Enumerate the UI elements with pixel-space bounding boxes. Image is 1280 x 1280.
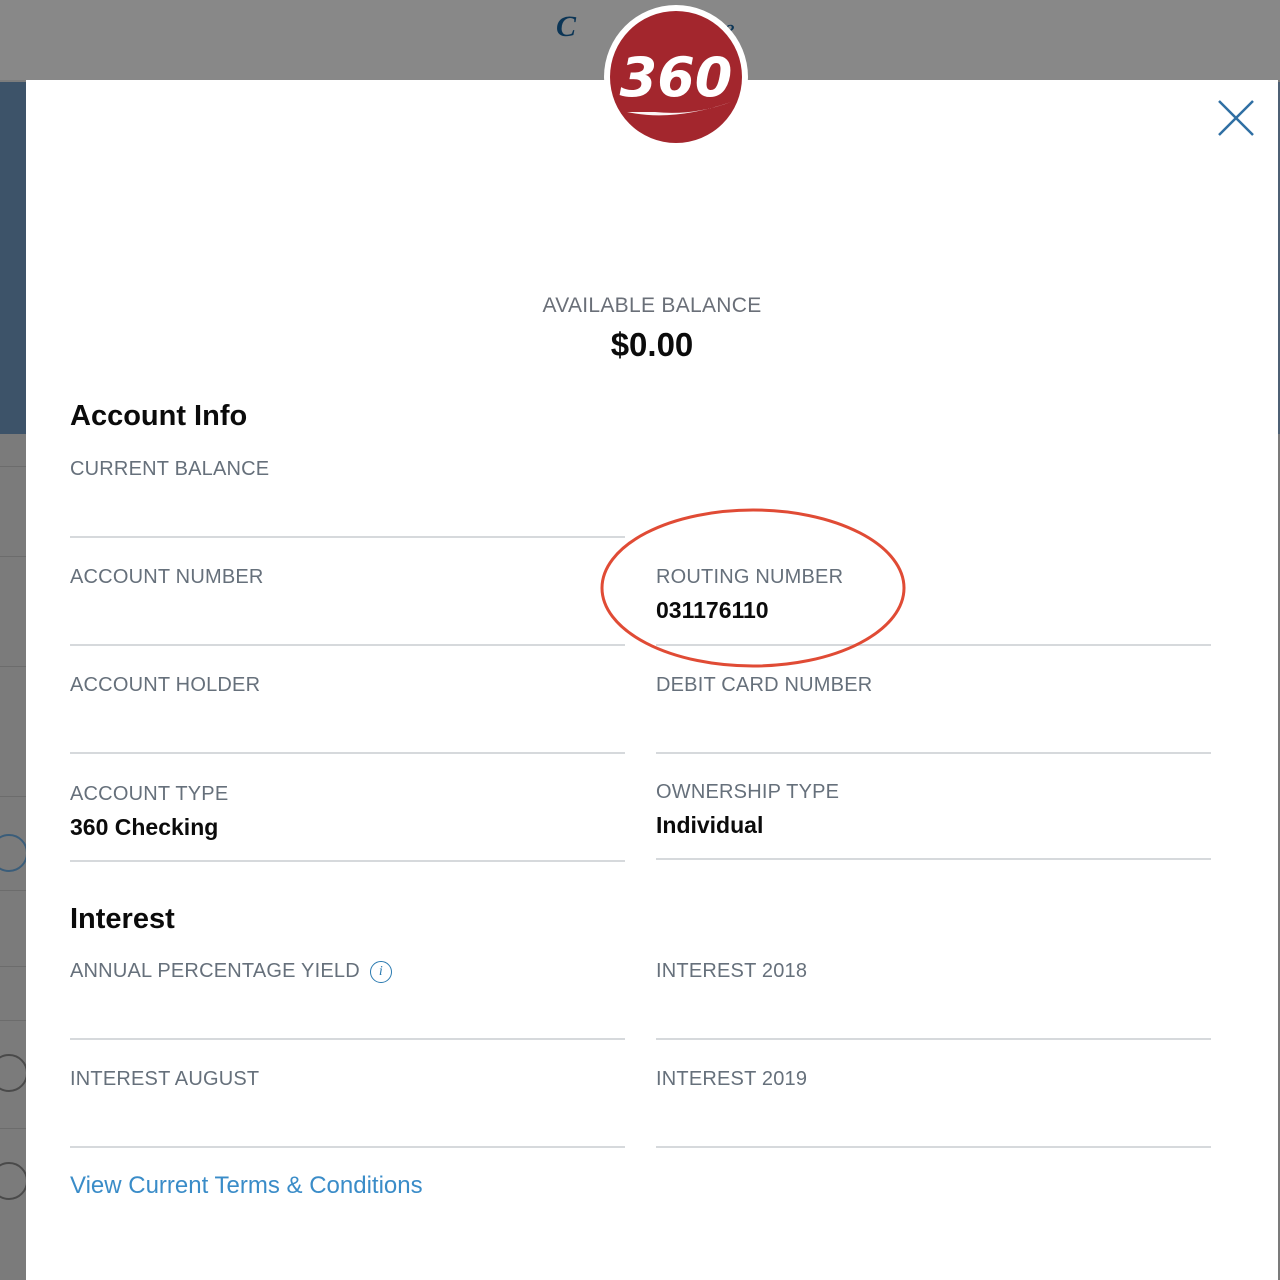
background-divider (0, 1020, 26, 1021)
account-number-field: ACCOUNT NUMBER (70, 566, 625, 646)
annual-percentage-yield-label-row: ANNUAL PERCENTAGE YIELD i (70, 960, 625, 983)
background-brand-logo-left: C (556, 10, 577, 43)
logo-360: 360 (604, 5, 748, 149)
debit-card-number-field: DEBIT CARD NUMBER (656, 674, 1211, 754)
debit-card-number-label: DEBIT CARD NUMBER (656, 674, 873, 696)
annual-percentage-yield-label: ANNUAL PERCENTAGE YIELD (70, 960, 360, 982)
annual-percentage-yield-field: ANNUAL PERCENTAGE YIELD i (70, 960, 625, 1040)
terms-and-conditions-link[interactable]: View Current Terms & Conditions (70, 1172, 423, 1200)
account-type-label: ACCOUNT TYPE (70, 783, 229, 805)
ownership-type-label: OWNERSHIP TYPE (656, 781, 840, 803)
ownership-type-value: Individual (656, 812, 764, 838)
logo-badge: 360 (598, 5, 754, 236)
info-icon[interactable]: i (369, 960, 392, 983)
account-holder-field: ACCOUNT HOLDER (70, 674, 625, 754)
close-icon[interactable] (1216, 98, 1256, 138)
current-balance-label: CURRENT BALANCE (70, 458, 270, 480)
interest-2019-label: INTEREST 2019 (656, 1068, 808, 1090)
current-balance-field: CURRENT BALANCE (70, 458, 625, 538)
background-divider (0, 890, 26, 891)
background-divider (0, 556, 26, 557)
account-type-field: ACCOUNT TYPE 360 Checking (70, 783, 625, 862)
available-balance-value: $0.00 (610, 326, 694, 363)
background-divider (0, 966, 26, 967)
interest-2018-field: INTEREST 2018 (656, 960, 1211, 1040)
account-info-title: Account Info (70, 400, 248, 432)
routing-number-highlight-ellipse (600, 508, 906, 668)
account-holder-label: ACCOUNT HOLDER (70, 674, 261, 696)
available-balance-label: AVAILABLE BALANCE (542, 294, 762, 317)
background-divider (0, 1128, 26, 1129)
ownership-type-field: OWNERSHIP TYPE Individual (656, 781, 1211, 860)
background-divider (0, 666, 26, 667)
account-details-modal: 360 AVAILABLE BALANCE $0.00 Account Info… (26, 5, 1278, 1280)
account-type-value: 360 Checking (70, 814, 219, 840)
account-number-label: ACCOUNT NUMBER (70, 566, 264, 588)
interest-august-label: INTEREST AUGUST (70, 1068, 260, 1090)
background-divider (0, 466, 26, 467)
background-divider (0, 796, 26, 797)
interest-title: Interest (70, 903, 175, 935)
interest-2018-label: INTEREST 2018 (656, 960, 808, 982)
logo-text: 360 (620, 46, 733, 109)
interest-august-field: INTEREST AUGUST (70, 1068, 625, 1148)
interest-2019-field: INTEREST 2019 (656, 1068, 1211, 1148)
